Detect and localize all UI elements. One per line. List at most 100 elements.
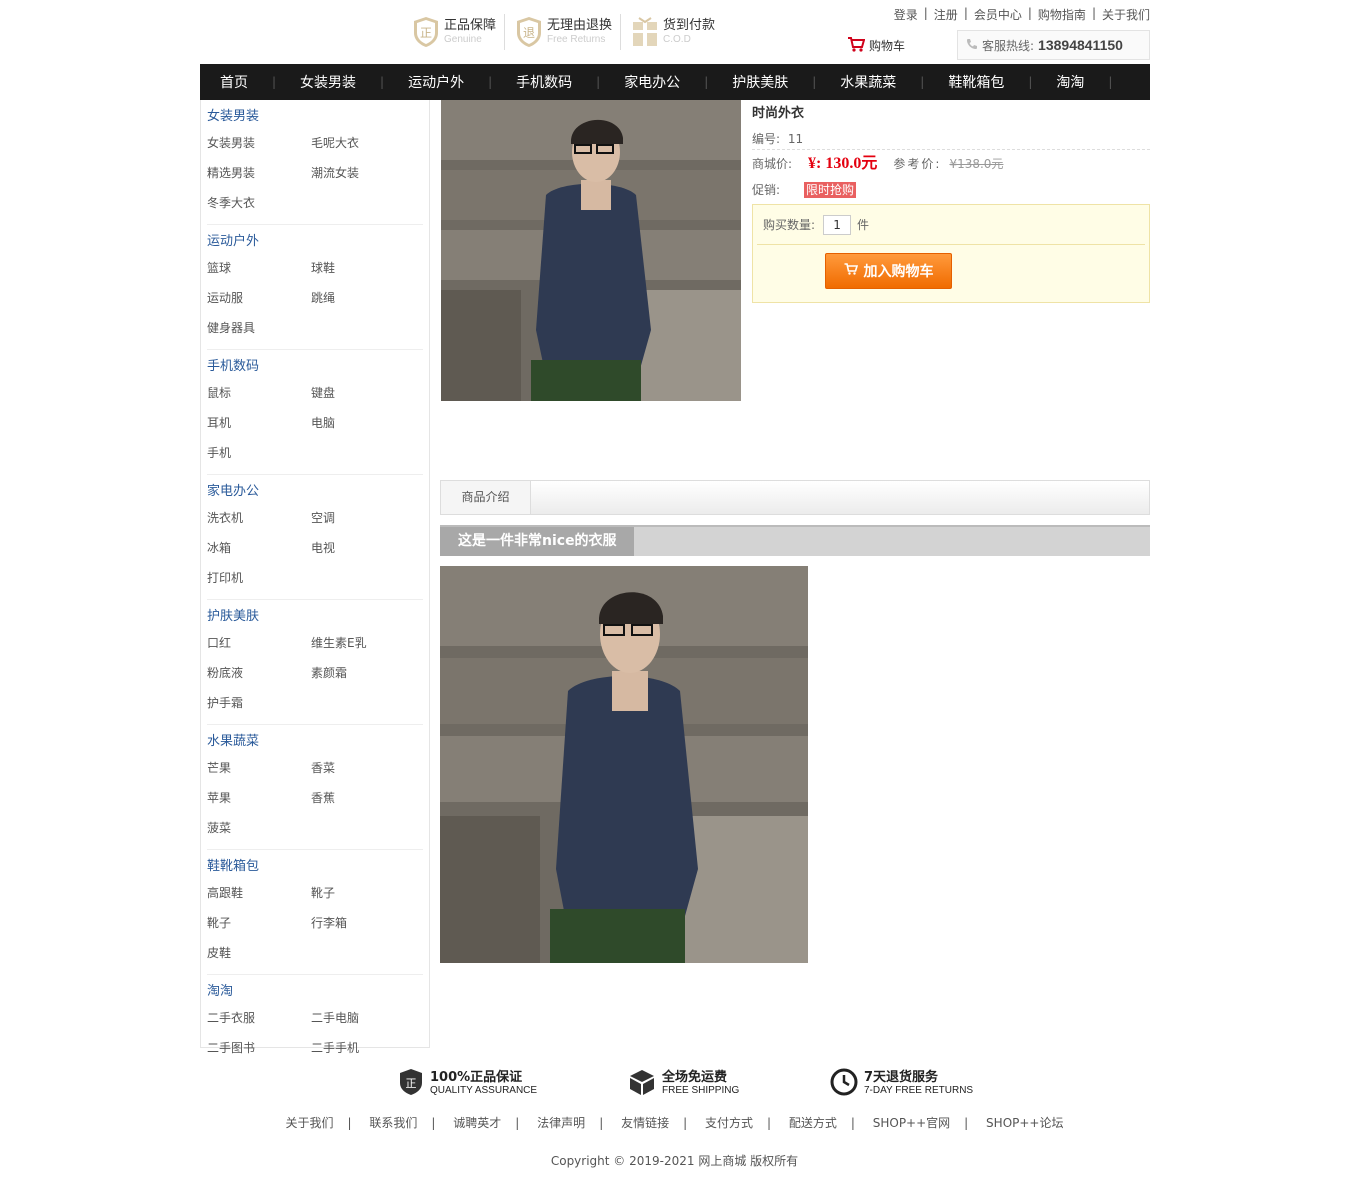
- category-link[interactable]: 芒果: [207, 757, 311, 787]
- product-image[interactable]: [441, 100, 741, 401]
- footer-link[interactable]: 配送方式: [789, 1116, 837, 1130]
- footer-link[interactable]: SHOP++官网: [873, 1116, 950, 1130]
- footer-link[interactable]: 友情链接: [621, 1116, 669, 1130]
- guarantee-sub: QUALITY ASSURANCE: [430, 1085, 538, 1096]
- category-title[interactable]: 鞋靴箱包: [207, 856, 423, 878]
- nav-item-shoes-bags[interactable]: 鞋靴箱包 |: [932, 72, 1040, 92]
- category-group: 水果蔬菜 芒果 香菜 苹果 香蕉 菠菜: [207, 731, 423, 850]
- category-link[interactable]: 口红: [207, 632, 311, 662]
- quantity-input[interactable]: 1: [823, 214, 852, 235]
- guarantee-title: 全场免运费: [662, 1070, 728, 1085]
- product-id-value: 11: [787, 132, 804, 146]
- category-link[interactable]: 粉底液: [207, 662, 311, 692]
- badge-title: 正品保障: [444, 18, 497, 33]
- footer-link[interactable]: SHOP++论坛: [986, 1116, 1063, 1130]
- login-link[interactable]: 登录: [894, 6, 918, 23]
- price-row: 商城价: ¥: 130.0元 参考价: ¥138.0元: [752, 150, 1150, 178]
- clock-icon: [830, 1068, 858, 1099]
- category-link[interactable]: 靴子: [207, 912, 311, 942]
- category-link[interactable]: 打印机: [207, 567, 311, 597]
- category-link[interactable]: 毛呢大衣: [311, 132, 415, 162]
- category-link[interactable]: 二手图书: [207, 1037, 311, 1067]
- svg-text:退: 退: [523, 26, 535, 40]
- top-links: 登录 | 注册 | 会员中心 | 购物指南 | 关于我们: [893, 6, 1150, 23]
- cart-link[interactable]: 购物车: [847, 36, 905, 55]
- category-sidebar: 女装男装 女装男装 毛呢大衣 精选男装 潮流女装 冬季大衣 运动户外 篮球 球鞋…: [200, 100, 430, 1055]
- category-title[interactable]: 手机数码: [207, 356, 423, 378]
- main-nav: 首页 | 女装男装 | 运动户外 | 手机数码 | 家电办公 | 护肤美肤 | 水果蔬菜 | …: [200, 64, 1150, 100]
- category-link[interactable]: 运动服: [207, 287, 311, 317]
- category-link[interactable]: 护手霜: [207, 692, 311, 722]
- category-link[interactable]: 二手衣服: [207, 1007, 311, 1037]
- nav-item-clothing[interactable]: 女装男装 |: [284, 72, 392, 92]
- category-link[interactable]: 二手电脑: [311, 1007, 415, 1037]
- cart-label: 购物车: [869, 39, 906, 53]
- category-title[interactable]: 女装男装: [207, 106, 423, 128]
- category-title[interactable]: 淘淘: [207, 981, 423, 1003]
- category-link[interactable]: 健身器具: [207, 317, 311, 347]
- category-link[interactable]: 二手手机: [311, 1037, 415, 1067]
- category-title[interactable]: 家电办公: [207, 481, 423, 503]
- add-to-cart-label: 加入购物车: [863, 264, 934, 280]
- category-title[interactable]: 运动户外: [207, 231, 423, 253]
- category-link[interactable]: 精选男装: [207, 162, 311, 192]
- category-link[interactable]: 女装男装: [207, 132, 311, 162]
- nav-item-produce[interactable]: 水果蔬菜 |: [824, 72, 932, 92]
- category-link[interactable]: 行李箱: [311, 912, 415, 942]
- footer-link[interactable]: 诚聘英才: [453, 1116, 501, 1130]
- category-link[interactable]: 素颜霜: [311, 662, 415, 692]
- category-link[interactable]: 高跟鞋: [207, 882, 311, 912]
- member-center-link[interactable]: 会员中心: [974, 6, 1022, 23]
- nav-item-home[interactable]: 首页 |: [204, 72, 284, 92]
- footer-link[interactable]: 法律声明: [537, 1116, 585, 1130]
- ref-price-label: 参考价:: [893, 157, 942, 171]
- category-link[interactable]: 跳绳: [311, 287, 415, 317]
- category-title[interactable]: 水果蔬菜: [207, 731, 423, 753]
- category-link[interactable]: 电脑: [311, 412, 415, 442]
- nav-item-skincare[interactable]: 护肤美肤 |: [716, 72, 824, 92]
- category-link[interactable]: 球鞋: [311, 257, 415, 287]
- category-link[interactable]: 鼠标: [207, 382, 311, 412]
- category-link[interactable]: 香蕉: [311, 787, 415, 817]
- guarantee-title: 7天退货服务: [864, 1070, 939, 1085]
- category-link[interactable]: 维生素E乳: [311, 632, 415, 662]
- category-link[interactable]: 冰箱: [207, 537, 311, 567]
- shopping-guide-link[interactable]: 购物指南: [1038, 6, 1086, 23]
- category-link[interactable]: 手机: [207, 442, 311, 472]
- footer-guarantees: 正 100%正品保证 QUALITY ASSURANCE 全场免运费 FREE …: [398, 1068, 998, 1102]
- add-to-cart-button[interactable]: 加入购物车: [825, 253, 952, 289]
- category-link[interactable]: 耳机: [207, 412, 311, 442]
- category-link[interactable]: 皮鞋: [207, 942, 311, 972]
- category-link[interactable]: 潮流女装: [311, 162, 415, 192]
- ref-price-value: ¥138.0元: [949, 157, 1004, 171]
- copyright: Copyright © 2019-2021 网上商城 版权所有: [550, 1154, 799, 1168]
- footer-link[interactable]: 关于我们: [286, 1116, 334, 1130]
- category-link[interactable]: 键盘: [311, 382, 415, 412]
- category-group: 运动户外 篮球 球鞋 运动服 跳绳 健身器具: [207, 231, 423, 350]
- nav-item-taotao[interactable]: 淘淘 |: [1040, 72, 1120, 92]
- category-link[interactable]: 冬季大衣: [207, 192, 311, 222]
- nav-item-appliances[interactable]: 家电办公 |: [608, 72, 716, 92]
- category-link[interactable]: 菠菜: [207, 817, 311, 847]
- about-us-link[interactable]: 关于我们: [1102, 6, 1150, 23]
- category-link[interactable]: 靴子: [311, 882, 415, 912]
- tab-product-intro[interactable]: 商品介绍: [441, 481, 531, 514]
- footer-link[interactable]: 联系我们: [369, 1116, 417, 1130]
- category-group: 家电办公 洗衣机 空调 冰箱 电视 打印机: [207, 481, 423, 600]
- badge-sub: C.O.D: [663, 34, 691, 45]
- category-link[interactable]: 洗衣机: [207, 507, 311, 537]
- badge-title: 无理由退换: [547, 18, 613, 33]
- register-link[interactable]: 注册: [934, 6, 958, 23]
- category-link[interactable]: 空调: [311, 507, 415, 537]
- category-link[interactable]: 篮球: [207, 257, 311, 287]
- category-title[interactable]: 护肤美肤: [207, 606, 423, 628]
- cod-icon: [631, 16, 659, 48]
- badge-sub: Genuine: [444, 34, 482, 45]
- category-link[interactable]: 香菜: [311, 757, 415, 787]
- nav-item-sports[interactable]: 运动户外 |: [392, 72, 500, 92]
- category-link[interactable]: 苹果: [207, 787, 311, 817]
- nav-item-digital[interactable]: 手机数码 |: [500, 72, 608, 92]
- category-link[interactable]: 电视: [311, 537, 415, 567]
- footer-link[interactable]: 支付方式: [705, 1116, 753, 1130]
- phone-icon: [966, 38, 978, 53]
